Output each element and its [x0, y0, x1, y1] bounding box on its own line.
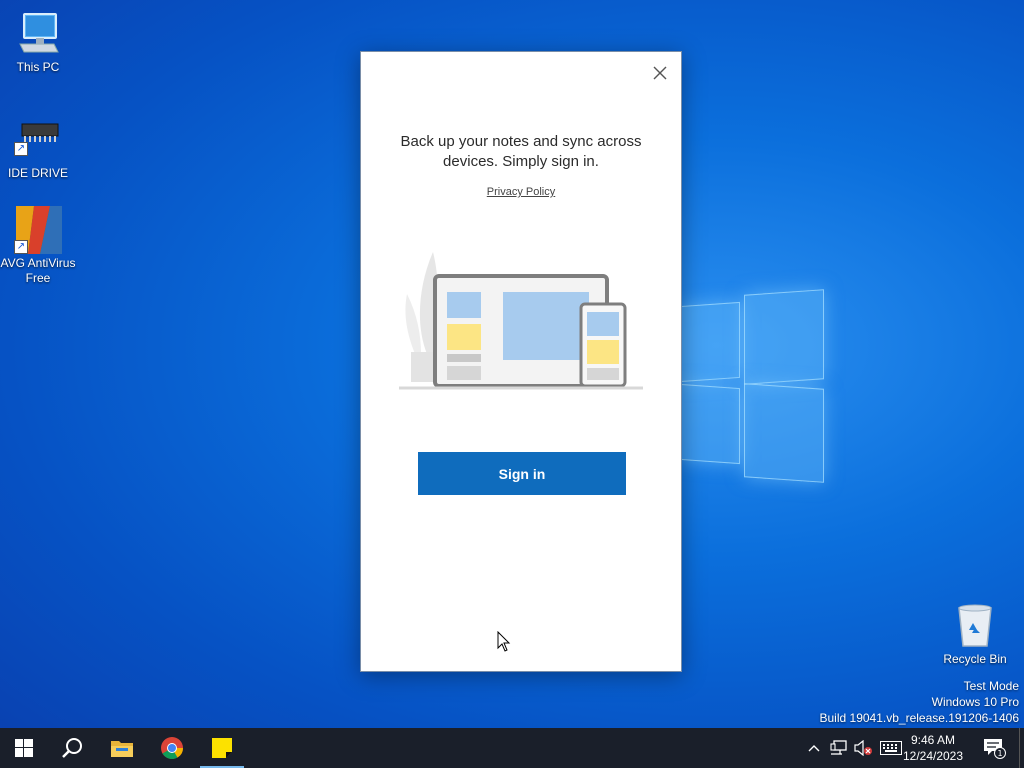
action-center-button[interactable]: 1	[978, 728, 1010, 768]
recycle-bin-icon	[951, 602, 999, 650]
desktop-icon-label: AVG AntiVirus Free	[0, 256, 76, 285]
desktop-icon-label: IDE DRIVE	[7, 166, 68, 180]
sticky-notes-button[interactable]	[198, 728, 246, 768]
mouse-cursor-icon	[497, 631, 511, 652]
start-button[interactable]	[0, 728, 48, 768]
chevron-up-icon	[808, 745, 820, 752]
search-icon	[62, 738, 82, 758]
start-icon	[15, 739, 33, 757]
taskbar-clock[interactable]: 9:46 AM 12/24/2023	[897, 732, 969, 764]
close-button[interactable]	[649, 62, 671, 84]
watermark-line: Build 19041.vb_release.191206-1406	[819, 711, 1020, 725]
sign-in-button[interactable]: Sign in	[418, 452, 626, 495]
watermark-line: Test Mode	[963, 679, 1019, 693]
this-pc-icon	[14, 10, 62, 58]
sync-devices-illustration	[399, 252, 643, 390]
shortcut-arrow-icon: ↗	[14, 142, 28, 156]
notification-icon: 1	[984, 739, 1006, 759]
file-explorer-button[interactable]	[98, 728, 146, 768]
sticky-notes-icon	[212, 738, 232, 758]
network-tray-button[interactable]	[828, 728, 850, 768]
chrome-icon	[161, 737, 183, 759]
desktop-icon-avg-antivirus[interactable]: ↗ AVG AntiVirus Free	[0, 206, 76, 286]
wallpaper-windows-logo	[660, 286, 824, 483]
privacy-policy-link[interactable]: Privacy Policy	[361, 186, 681, 198]
show-desktop-button[interactable]	[1019, 728, 1024, 768]
desktop-icon-label: Recycle Bin	[943, 652, 1007, 666]
chrome-button[interactable]	[148, 728, 196, 768]
watermark-line: Windows 10 Pro	[931, 695, 1019, 709]
notification-count: 1	[997, 749, 1002, 758]
chip-icon: ↗	[14, 116, 62, 164]
volume-tray-button[interactable]	[852, 728, 874, 768]
clock-date: 12/24/2023	[902, 749, 964, 763]
taskbar: 9:46 AM 12/24/2023 1	[0, 728, 1024, 768]
desktop-icon-this-pc[interactable]: This PC	[0, 10, 76, 75]
desktop-icon-recycle-bin[interactable]: Recycle Bin	[937, 602, 1013, 667]
avg-icon: ↗	[14, 206, 62, 254]
dialog-title: Back up your notes and sync across devic…	[400, 133, 642, 170]
sticky-notes-signin-dialog: Back up your notes and sync across devic…	[360, 51, 682, 672]
show-hidden-icons-button[interactable]	[804, 728, 824, 768]
close-icon	[653, 66, 667, 80]
clock-time: 9:46 AM	[910, 733, 956, 747]
desktop-icon-ide-drive[interactable]: ↗ IDE DRIVE	[0, 116, 76, 181]
volume-muted-icon	[854, 740, 872, 756]
shortcut-arrow-icon: ↗	[14, 240, 28, 254]
search-button[interactable]	[48, 728, 96, 768]
file-explorer-icon	[111, 741, 133, 757]
network-icon	[830, 740, 847, 755]
desktop-icon-label: This PC	[16, 60, 60, 74]
test-mode-watermark: Test Mode Windows 10 Pro Build 19041.vb_…	[820, 678, 1020, 726]
